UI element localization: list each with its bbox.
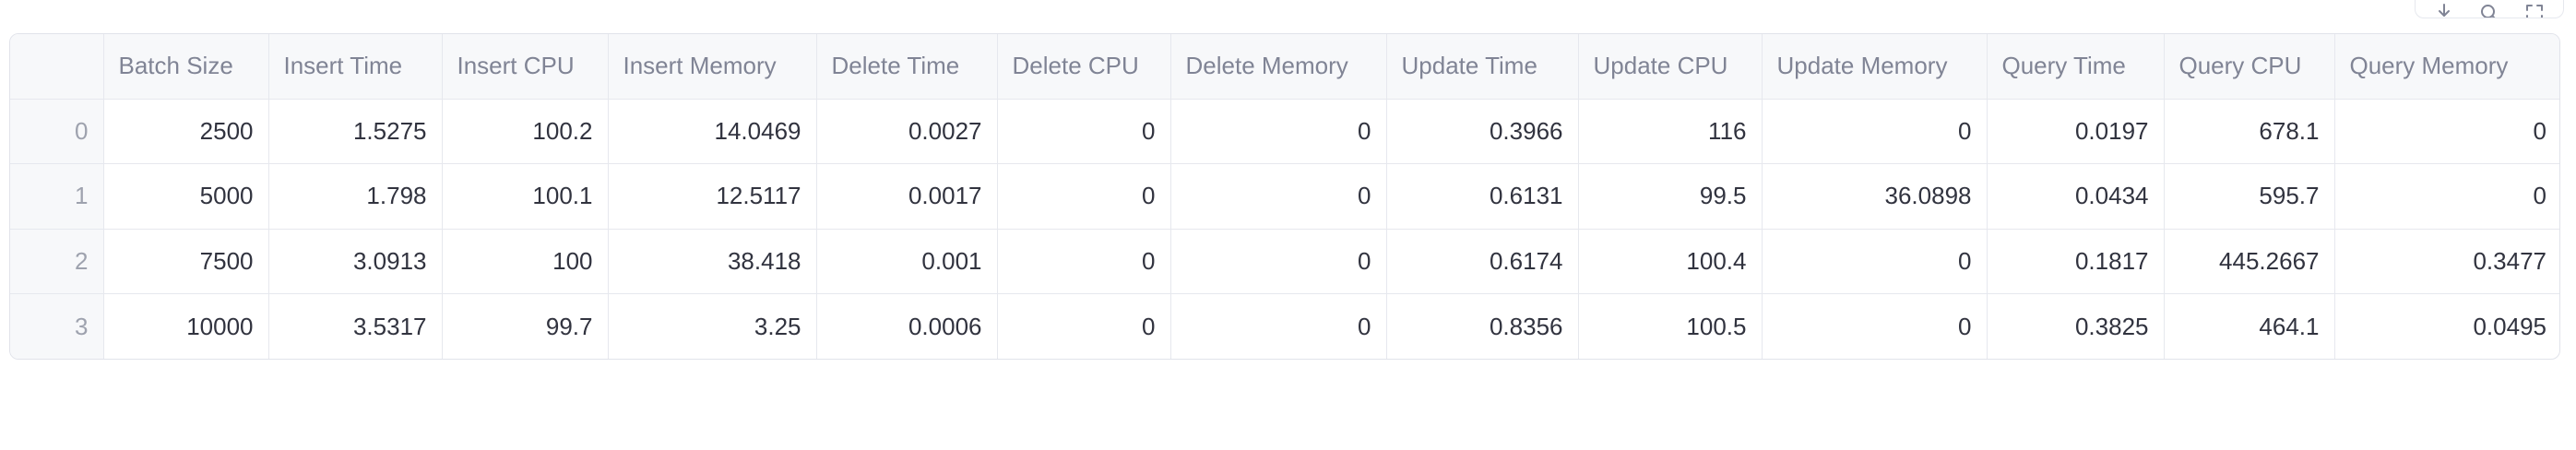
column-header[interactable]: Query Memory [2334, 34, 2559, 100]
column-header[interactable]: Delete Memory [1170, 34, 1387, 100]
table-cell[interactable]: 2500 [103, 99, 269, 164]
table-toolbar [2415, 0, 2564, 18]
table-cell[interactable]: 0 [1170, 163, 1387, 230]
column-header[interactable]: Insert Time [268, 34, 443, 100]
data-table: Batch Size Insert Time Insert CPU Insert… [10, 34, 2559, 360]
index-header[interactable] [10, 34, 104, 100]
table-cell[interactable]: 0 [1762, 229, 1988, 294]
column-header[interactable]: Delete CPU [997, 34, 1171, 100]
table-cell[interactable]: 100.5 [1578, 293, 1763, 359]
fullscreen-button[interactable] [2518, 0, 2551, 18]
table-cell[interactable]: 12.5117 [608, 163, 817, 230]
table-cell[interactable]: 3.5317 [268, 293, 443, 359]
table-cell[interactable]: 0 [2334, 163, 2559, 230]
table-cell[interactable]: 0.0027 [816, 99, 998, 164]
table-cell[interactable]: 0.001 [816, 229, 998, 294]
table-row: 3 10000 3.5317 99.7 3.25 0.0006 0 0 0.83… [10, 293, 2559, 360]
table-cell[interactable]: 0.8356 [1386, 293, 1579, 359]
fullscreen-icon [2526, 4, 2544, 18]
table-cell[interactable]: 0.3477 [2334, 229, 2559, 294]
column-header[interactable]: Update Time [1386, 34, 1579, 100]
table-cell[interactable]: 1.5275 [268, 99, 443, 164]
table-cell[interactable]: 38.418 [608, 229, 817, 294]
table-cell[interactable]: 36.0898 [1762, 163, 1988, 230]
table-cell[interactable]: 3.25 [608, 293, 817, 359]
table-cell[interactable]: 5000 [103, 163, 269, 230]
table-cell[interactable]: 10000 [103, 293, 269, 359]
table-cell[interactable]: 0.0197 [1987, 99, 2165, 164]
header-row: Batch Size Insert Time Insert CPU Insert… [10, 34, 2559, 100]
table-cell[interactable]: 464.1 [2164, 293, 2335, 359]
table-cell[interactable]: 0.0495 [2334, 294, 2559, 360]
column-header[interactable]: Delete Time [816, 34, 998, 100]
table-cell[interactable]: 0 [1170, 293, 1387, 359]
table-cell[interactable]: 100.4 [1578, 229, 1763, 294]
download-icon [2438, 3, 2450, 17]
table-cell[interactable]: 0.0434 [1987, 163, 2165, 230]
table-row: 2 7500 3.0913 100 38.418 0.001 0 0 0.617… [10, 229, 2559, 294]
column-header[interactable]: Query Time [1987, 34, 2165, 100]
table-cell[interactable]: 0 [2334, 99, 2559, 164]
table-cell[interactable]: 0.3825 [1987, 293, 2165, 359]
table-cell[interactable]: 0 [997, 163, 1171, 230]
table-cell[interactable]: 99.7 [442, 293, 609, 359]
table-cell[interactable]: 7500 [103, 229, 269, 294]
table-cell[interactable]: 0.0006 [816, 293, 998, 359]
table-cell[interactable]: 100 [442, 229, 609, 294]
table-cell[interactable]: 0 [997, 99, 1171, 164]
table-cell[interactable]: 0.1817 [1987, 229, 2165, 294]
column-header[interactable]: Query CPU [2164, 34, 2335, 100]
download-button[interactable] [2428, 0, 2461, 18]
table-cell[interactable]: 100.2 [442, 99, 609, 164]
row-index[interactable]: 1 [10, 163, 104, 230]
row-index[interactable]: 2 [10, 229, 104, 294]
table-cell[interactable]: 116 [1578, 99, 1763, 164]
column-header[interactable]: Batch Size [103, 34, 269, 100]
table-row: 1 5000 1.798 100.1 12.5117 0.0017 0 0 0.… [10, 163, 2559, 230]
dataframe: Batch Size Insert Time Insert CPU Insert… [9, 33, 2560, 360]
table-cell[interactable]: 445.2667 [2164, 229, 2335, 294]
search-icon [2480, 4, 2496, 18]
table-cell[interactable]: 1.798 [268, 163, 443, 230]
table-cell[interactable]: 0 [1762, 293, 1988, 359]
table-cell[interactable]: 3.0913 [268, 229, 443, 294]
column-header[interactable]: Insert CPU [442, 34, 609, 100]
table-cell[interactable]: 678.1 [2164, 99, 2335, 164]
table-cell[interactable]: 100.1 [442, 163, 609, 230]
table-cell[interactable]: 0.0017 [816, 163, 998, 230]
table-cell[interactable]: 14.0469 [608, 99, 817, 164]
table-cell[interactable]: 0 [1762, 99, 1988, 164]
row-index[interactable]: 3 [10, 293, 104, 359]
table-cell[interactable]: 0 [997, 293, 1171, 359]
table-cell[interactable]: 595.7 [2164, 163, 2335, 230]
table-cell[interactable]: 0.6174 [1386, 229, 1579, 294]
table-cell[interactable]: 0 [997, 229, 1171, 294]
row-index[interactable]: 0 [10, 99, 104, 164]
column-header[interactable]: Insert Memory [608, 34, 817, 100]
column-header[interactable]: Update CPU [1578, 34, 1763, 100]
column-header[interactable]: Update Memory [1762, 34, 1988, 100]
table-row: 0 2500 1.5275 100.2 14.0469 0.0027 0 0 0… [10, 99, 2559, 164]
table-cell[interactable]: 0 [1170, 229, 1387, 294]
table-cell[interactable]: 0.3966 [1386, 99, 1579, 164]
search-button[interactable] [2473, 0, 2506, 18]
table-cell[interactable]: 99.5 [1578, 163, 1763, 230]
table-cell[interactable]: 0.6131 [1386, 163, 1579, 230]
table-cell[interactable]: 0 [1170, 99, 1387, 164]
